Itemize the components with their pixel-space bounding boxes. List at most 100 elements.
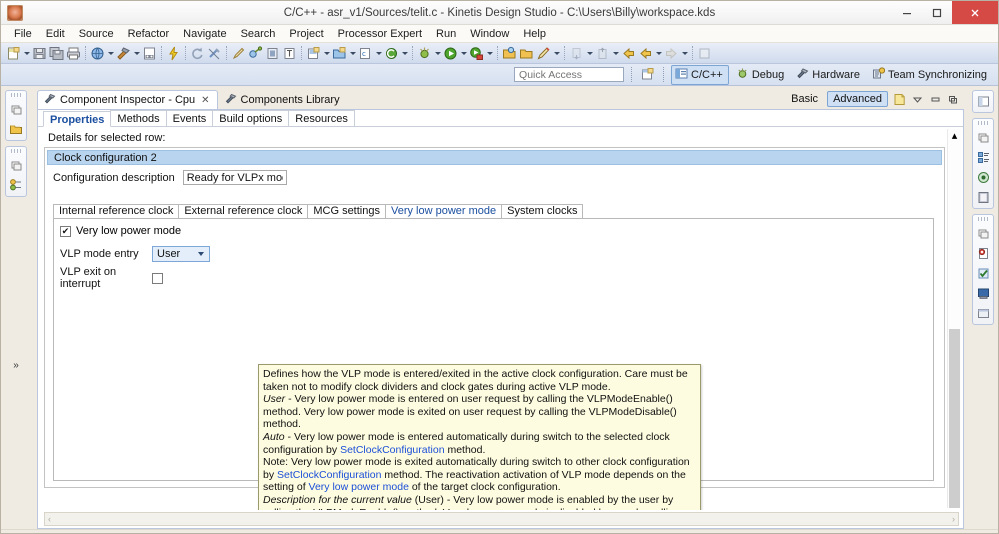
vertical-scroll-thumb[interactable] xyxy=(949,329,960,508)
refresh-icon[interactable] xyxy=(189,45,206,62)
menu-refactor[interactable]: Refactor xyxy=(121,27,177,41)
perspective-team-synchronizing[interactable]: Team Synchronizing xyxy=(869,66,992,84)
forward-dropdown-icon[interactable] xyxy=(680,45,689,62)
restore-view-icon[interactable] xyxy=(8,157,24,173)
menu-source[interactable]: Source xyxy=(72,27,121,41)
next-annotation-dropdown-icon[interactable] xyxy=(585,45,594,62)
restore-view-icon[interactable] xyxy=(975,225,991,241)
minimize-view-icon[interactable] xyxy=(928,92,942,106)
save-icon[interactable] xyxy=(31,45,48,62)
menu-help[interactable]: Help xyxy=(516,27,553,41)
build-hammer-dropdown-icon[interactable] xyxy=(132,45,141,62)
perspective-debug[interactable]: Debug xyxy=(733,66,789,84)
next-annotation-icon[interactable] xyxy=(568,45,585,62)
forward-icon[interactable] xyxy=(663,45,680,62)
run-icon[interactable] xyxy=(442,45,459,62)
perspective-c-cpp[interactable]: C/C++ xyxy=(671,64,729,85)
print-icon[interactable] xyxy=(65,45,82,62)
save-all-icon[interactable] xyxy=(48,45,65,62)
profile-dropdown-icon[interactable] xyxy=(485,45,494,62)
open-resource-icon[interactable] xyxy=(518,45,535,62)
search-marker-dropdown-icon[interactable] xyxy=(552,45,561,62)
tab-events[interactable]: Events xyxy=(165,110,214,126)
basic-mode-button[interactable]: Basic xyxy=(786,92,823,106)
close-icon[interactable]: ✕ xyxy=(201,95,209,106)
rail-drag-handle[interactable] xyxy=(10,93,22,97)
rail-drag-handle-2[interactable] xyxy=(10,149,22,153)
menu-search[interactable]: Search xyxy=(234,27,283,41)
tab-resources[interactable]: Resources xyxy=(288,110,355,126)
new-class-icon[interactable] xyxy=(383,45,400,62)
subtab-system-clocks[interactable]: System clocks xyxy=(501,204,584,219)
maximize-view-icon[interactable] xyxy=(946,92,960,106)
pencil-icon[interactable] xyxy=(230,45,247,62)
rail-drag-handle-4[interactable] xyxy=(977,217,989,221)
tab-component-inspector[interactable]: Component Inspector - Cpu ✕ xyxy=(37,90,218,109)
toggle-mark-icon[interactable] xyxy=(281,45,298,62)
new-c-file-icon[interactable]: c xyxy=(357,45,374,62)
advanced-mode-button[interactable]: Advanced xyxy=(827,91,888,107)
menu-project[interactable]: Project xyxy=(282,27,330,41)
scroll-left-icon[interactable]: ‹ xyxy=(48,514,51,524)
build-config-icon[interactable] xyxy=(141,45,158,62)
menu-navigate[interactable]: Navigate xyxy=(176,27,233,41)
menu-window[interactable]: Window xyxy=(463,27,516,41)
menu-processor-expert[interactable]: Processor Expert xyxy=(331,27,429,41)
rail-drag-handle-3[interactable] xyxy=(977,121,989,125)
new-c-file-dropdown-icon[interactable] xyxy=(374,45,383,62)
run-dropdown-icon[interactable] xyxy=(459,45,468,62)
debug-dropdown-icon[interactable] xyxy=(433,45,442,62)
properties-horizontal-scrollbar[interactable]: ‹ › xyxy=(44,512,959,526)
new-folder-icon[interactable] xyxy=(331,45,348,62)
menu-edit[interactable]: Edit xyxy=(39,27,72,41)
open-type-icon[interactable] xyxy=(501,45,518,62)
problems-icon[interactable] xyxy=(975,245,991,261)
memory-icon[interactable] xyxy=(975,305,991,321)
configuration-description-input[interactable] xyxy=(182,170,287,185)
scroll-right-icon[interactable]: › xyxy=(952,514,955,524)
tab-components-library[interactable]: Components Library xyxy=(218,90,348,109)
new-folder-dropdown-icon[interactable] xyxy=(348,45,357,62)
tab-build-options[interactable]: Build options xyxy=(212,110,290,126)
tooltip-link-setclockconfiguration[interactable]: SetClockConfiguration xyxy=(340,444,444,456)
build-hammer-icon[interactable] xyxy=(115,45,132,62)
tasks-check-icon[interactable] xyxy=(975,265,991,281)
outline-view-icon[interactable] xyxy=(975,93,991,109)
vlp-mode-entry-select[interactable]: User xyxy=(152,246,210,262)
tab-properties[interactable]: Properties xyxy=(43,111,112,127)
subtab-internal-reference-clock[interactable]: Internal reference clock xyxy=(53,204,180,219)
link-icon[interactable] xyxy=(247,45,264,62)
very-low-power-mode-checkbox[interactable]: ✔ xyxy=(60,225,71,237)
restore-minimized-views-button[interactable]: » xyxy=(13,360,19,371)
target-icon[interactable] xyxy=(975,169,991,185)
terminal-icon[interactable] xyxy=(975,285,991,301)
new-file-dropdown-icon[interactable] xyxy=(22,45,31,62)
prev-annotation-dropdown-icon[interactable] xyxy=(611,45,620,62)
subtab-external-reference-clock[interactable]: External reference clock xyxy=(178,204,309,219)
view-menu-icon[interactable] xyxy=(910,92,924,106)
new-class-dropdown-icon[interactable] xyxy=(400,45,409,62)
build-all-icon[interactable] xyxy=(89,45,106,62)
new-file-icon[interactable] xyxy=(5,45,22,62)
prev-annotation-icon[interactable] xyxy=(594,45,611,62)
new-c-project-icon[interactable] xyxy=(305,45,322,62)
quick-access-input[interactable] xyxy=(514,67,625,82)
new-c-project-dropdown-icon[interactable] xyxy=(322,45,331,62)
components-icon[interactable] xyxy=(8,177,24,193)
scroll-up-icon[interactable]: ▴ xyxy=(948,129,961,142)
minimize-button[interactable] xyxy=(892,1,922,24)
project-explorer-icon[interactable] xyxy=(8,121,24,137)
menu-run[interactable]: Run xyxy=(429,27,463,41)
vlp-exit-on-interrupt-checkbox[interactable] xyxy=(152,272,163,284)
back-dropdown-icon[interactable] xyxy=(654,45,663,62)
restore-view-icon[interactable] xyxy=(8,101,24,117)
restore-view-icon[interactable] xyxy=(975,129,991,145)
tab-methods[interactable]: Methods xyxy=(110,110,167,126)
no-marker-icon[interactable] xyxy=(206,45,223,62)
build-all-dropdown-icon[interactable] xyxy=(106,45,115,62)
task-list-icon[interactable] xyxy=(975,149,991,165)
menu-file[interactable]: File xyxy=(7,27,39,41)
subtab-very-low-power-mode[interactable]: Very low power mode xyxy=(384,204,503,219)
lightning-icon[interactable] xyxy=(165,45,182,62)
toggle-block-icon[interactable] xyxy=(264,45,281,62)
